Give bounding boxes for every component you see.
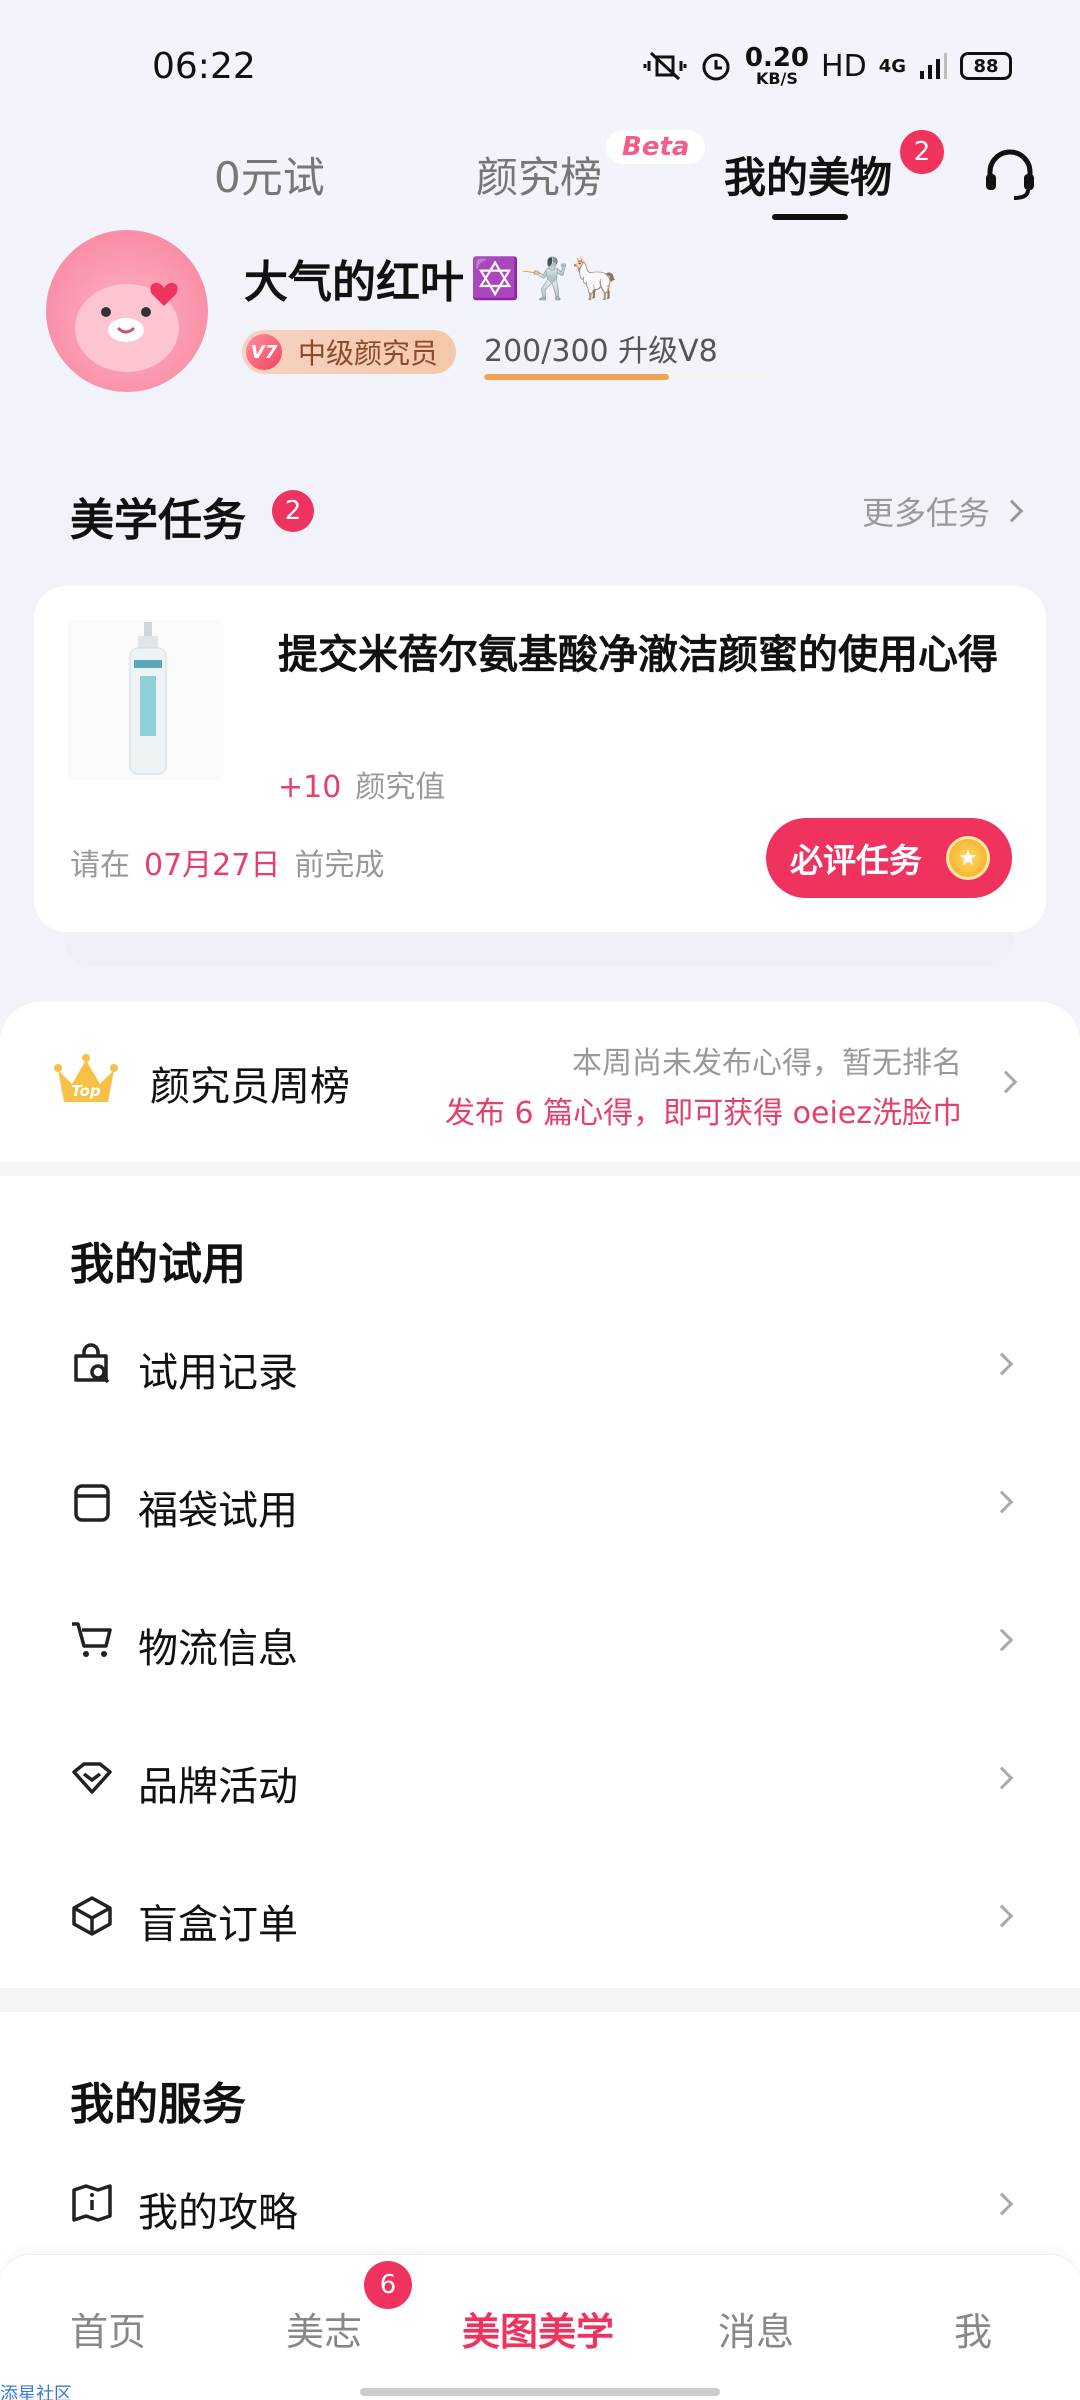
list-item-label: 福袋试用: [138, 1488, 298, 1534]
more-tasks-label: 更多任务: [861, 494, 990, 532]
box-icon: [72, 1896, 112, 1936]
level-progress-fill: [484, 374, 670, 380]
level-title: 中级颜究员: [298, 337, 439, 370]
list-item-lucky-bag[interactable]: 福袋试用: [0, 1434, 1080, 1572]
crown-icon: Top: [54, 1054, 118, 1102]
tab-my-items[interactable]: 我的美物: [724, 144, 892, 205]
nav-meitu-aesthetics[interactable]: 美图美学: [462, 2301, 614, 2356]
tab-ranking[interactable]: 颜究榜: [476, 144, 602, 205]
status-icons: 0.20 KB/S HD 4G 88: [643, 44, 1012, 88]
chevron-right-icon: [990, 2192, 1014, 2216]
reward-points: +10: [278, 770, 342, 805]
more-tasks-link[interactable]: 更多任务: [861, 488, 1024, 534]
my-items-badge: 2: [900, 130, 944, 174]
diamond-icon: [72, 1762, 112, 1794]
hd-indicator: HD: [821, 48, 867, 84]
list-item-brand-events[interactable]: 品牌活动: [0, 1710, 1080, 1848]
guide-book-icon: [72, 2184, 112, 2222]
task-deadline: 请在 07月27日 前完成: [70, 840, 384, 884]
alarm-icon: [702, 53, 730, 81]
tab-free-trial[interactable]: 0元试: [214, 144, 325, 205]
must-review-button[interactable]: 必评任务 ★: [766, 818, 1012, 898]
tab-underline: [772, 214, 848, 220]
signal-icon: [920, 53, 947, 79]
section-divider: [0, 1162, 1080, 1176]
status-bar: 06:22 0.20 KB/S HD 4G 88: [0, 0, 1080, 130]
must-review-label: 必评任务: [790, 841, 922, 880]
chevron-right-icon: [994, 1070, 1018, 1094]
reward-unit: 颜究值: [355, 770, 446, 805]
task-card[interactable]: 提交米蓓尔氨基酸净澈洁颜蜜的使用心得 +10 颜究值 请在 07月27日 前完成 必评…: [34, 586, 1046, 932]
task-reward: +10 颜究值: [278, 762, 445, 806]
level-badge: V7: [246, 334, 282, 370]
weekly-rank-status: 本周尚未发布心得，暂无排名: [572, 1046, 962, 1081]
watermark: 添星社区: [0, 2384, 72, 2400]
section-divider: [0, 1988, 1080, 2012]
nav-messages[interactable]: 消息: [718, 2301, 794, 2356]
beta-tag: Beta: [606, 130, 706, 164]
search-bag-icon: [74, 1343, 110, 1384]
trial-section-title: 我的试用: [70, 1239, 246, 1290]
list-item-label: 盲盒订单: [138, 1902, 298, 1948]
list-item-blind-box[interactable]: 盲盒订单: [0, 1848, 1080, 1986]
top-tabs: 0元试 颜究榜 Beta 我的美物 2: [0, 130, 1080, 230]
deadline-suffix: 前完成: [294, 848, 385, 883]
list-item-logistics[interactable]: 物流信息: [0, 1572, 1080, 1710]
nav-beauty-journal[interactable]: 美志: [286, 2301, 362, 2356]
chevron-right-icon: [990, 1628, 1014, 1652]
net-speed: 0.20 KB/S: [744, 43, 810, 88]
battery-indicator: 88: [960, 52, 1012, 80]
weekly-rank-title: 颜究员周榜: [150, 1064, 350, 1110]
list-item-label: 品牌活动: [138, 1764, 298, 1810]
star-coin-icon: ★: [946, 836, 990, 880]
vibrate-mute-icon: [643, 51, 687, 81]
weekly-rank-reward: 发布 6 篇心得，即可获得 oeiez洗脸巾: [444, 1096, 962, 1131]
list-item-trial-records[interactable]: 试用记录: [0, 1296, 1080, 1434]
tasks-title: 美学任务: [70, 495, 246, 546]
nickname-emoji: ✡️🤺🦙: [470, 255, 620, 302]
lucky-bag-icon: [74, 1484, 110, 1522]
level-pill[interactable]: V7 中级颜究员: [242, 330, 457, 374]
home-indicator[interactable]: [360, 2388, 720, 2396]
bottom-nav: 首页 美志 6 美图美学 消息 我: [0, 2254, 1080, 2400]
tasks-badge: 2: [272, 490, 314, 532]
crown-text: Top: [71, 1082, 101, 1100]
nav-journal-badge: 6: [364, 2261, 412, 2309]
status-time: 06:22: [152, 46, 256, 87]
list-item-label: 我的攻略: [138, 2190, 298, 2236]
customer-service-icon[interactable]: [982, 146, 1038, 202]
level-progress-bar: [484, 374, 762, 380]
cleanser-bottle-icon: [129, 622, 167, 775]
chevron-right-icon: [990, 1766, 1014, 1790]
chevron-right-icon: [1000, 499, 1024, 523]
weekly-rank-row[interactable]: Top 颜究员周榜 本周尚未发布心得，暂无排名 发布 6 篇心得，即可获得 oe…: [0, 1002, 1080, 1162]
nav-me[interactable]: 我: [954, 2301, 992, 2356]
nickname: 大气的红叶 ✡️🤺🦙: [244, 246, 619, 310]
level-progress-text: 200/300 升级V8: [484, 334, 718, 369]
product-image: [68, 620, 224, 780]
cart-icon: [72, 1622, 112, 1657]
avatar[interactable]: [46, 230, 208, 392]
list-item-label: 试用记录: [138, 1350, 298, 1396]
nickname-text: 大气的红叶: [244, 257, 464, 308]
deadline-date: 07月27日: [144, 848, 281, 883]
nav-home[interactable]: 首页: [70, 2301, 146, 2356]
chevron-right-icon: [990, 1352, 1014, 1376]
deadline-prefix: 请在: [70, 848, 130, 883]
task-title: 提交米蓓尔氨基酸净澈洁颜蜜的使用心得: [278, 632, 998, 678]
list-item-label: 物流信息: [138, 1626, 298, 1672]
chevron-right-icon: [990, 1904, 1014, 1928]
service-section-title: 我的服务: [70, 2079, 246, 2130]
seal-avatar-icon: [75, 282, 179, 372]
network-type: 4G: [878, 55, 906, 77]
chevron-right-icon: [990, 1490, 1014, 1514]
